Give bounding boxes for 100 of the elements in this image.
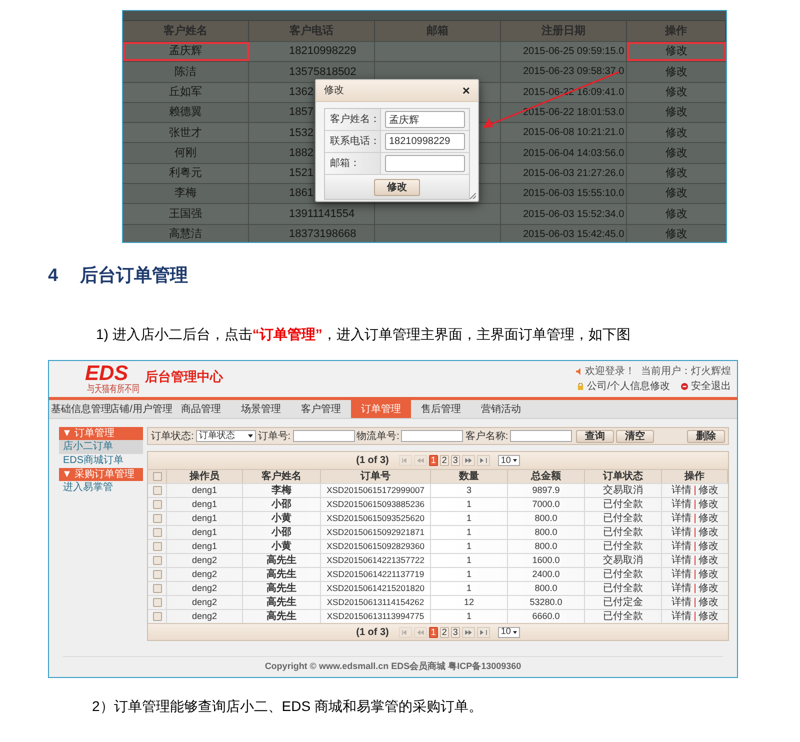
filter-label: 物流单号: [356,430,400,444]
edit-link[interactable]: 修改 [698,525,718,540]
edit-link[interactable]: 修改 [698,483,718,498]
edit-link[interactable]: 修改 [698,581,718,596]
profile-link[interactable]: 公司/个人信息修改 [587,379,670,394]
tracking-number-field[interactable] [401,430,464,442]
checkbox[interactable] [152,514,162,523]
detail-link[interactable]: 详情 [672,609,692,624]
checkbox[interactable] [152,556,162,565]
detail-link[interactable]: 详情 [672,483,692,498]
nav-tab[interactable]: 场景管理 [231,400,291,418]
step-text: 2）订单管理能够查询店小二、EDS 商城和易掌管的采购订单。 [92,697,482,716]
last-page-icon[interactable] [480,458,487,463]
edit-link[interactable]: 修改 [698,595,718,610]
delete-button[interactable]: 删除 [687,430,725,442]
nav-tab[interactable]: 售后管理 [411,400,471,418]
separator: | [694,512,696,526]
footer-text: Copyright © www.edsmall.cn EDS会员商城 粤ICP备13009360 [264,660,522,674]
separator: | [694,484,696,498]
page-size-dropdown[interactable]: 10 [498,626,520,638]
filter-label: 客户名称: [465,430,508,444]
table-cell: 2015-06-03 15:42:45.0 [501,224,627,242]
logout-icon [681,383,688,390]
checkbox[interactable] [152,598,162,607]
next-page-icon[interactable] [464,630,472,634]
edit-link[interactable]: 修改 [698,539,718,554]
separator: | [694,554,696,568]
caret-icon [512,459,517,462]
separator: | [694,610,696,624]
edit-link[interactable]: 修改 [698,511,718,526]
status-dropdown[interactable]: 订单状态 [196,430,256,442]
nav-tab[interactable]: 营销活动 [471,400,531,418]
table-cell: 孟庆辉 [123,42,249,62]
detail-link[interactable]: 详情 [672,581,692,596]
submit-button[interactable]: 修改 [374,178,420,196]
nav-tab[interactable]: 商品管理 [171,400,231,418]
detail-link[interactable]: 详情 [672,497,692,512]
speaker-icon [576,368,583,375]
table-cell: 18373198668 [249,224,375,242]
edit-link[interactable]: 修改 [698,567,718,582]
checkbox[interactable] [152,486,162,495]
logo: EDS [85,363,128,385]
detail-link[interactable]: 详情 [672,539,692,554]
page-summary: (1 of 3) [356,454,389,468]
page-button[interactable]: 3 [450,455,460,466]
input-field[interactable]: 18210998229 [385,133,465,150]
lock-icon [577,383,584,390]
sidebar-item[interactable]: 进入易掌管 [59,481,143,495]
close-button[interactable]: × [462,84,470,97]
edit-link[interactable]: 修改 [698,497,718,512]
clear-button[interactable]: 清空 [616,430,654,442]
separator: | [694,526,696,540]
input-field[interactable] [385,155,465,172]
page-button[interactable]: 2 [440,626,449,638]
page-button[interactable]: 3 [450,626,460,638]
checkbox[interactable] [152,528,162,537]
detail-link[interactable]: 详情 [672,525,692,540]
detail-link[interactable]: 详情 [672,511,692,526]
separator: | [694,596,696,610]
nav-tab[interactable]: 客户管理 [291,400,351,418]
checkbox[interactable] [152,472,162,481]
tagline: 与天猫有所不同 [87,385,140,395]
search-button[interactable]: 查询 [576,430,614,442]
caret-icon [248,434,253,438]
nav-tab[interactable]: 基础信息管理 [51,400,111,418]
detail-link[interactable]: 详情 [672,553,692,568]
edit-link[interactable]: 修改 [698,609,718,624]
page-summary: (1 of 3) [356,626,389,640]
detail-link[interactable]: 详情 [672,567,692,582]
input-field[interactable]: 孟庆辉 [385,111,465,128]
app-title: 后台管理中心 [145,368,223,386]
table-cell: 高慧洁 [123,224,249,242]
next-page-icon[interactable] [464,458,472,463]
separator: | [694,568,696,582]
customer-name-field[interactable] [510,430,572,442]
sidebar-item[interactable]: EDS商城订单 [59,454,143,468]
step-text: 1) 进入店小二后台，点击“订单管理”，进入订单管理主界面，主界面订单管理，如下图 [96,325,630,344]
checkbox[interactable] [152,584,162,593]
order-number-field[interactable] [292,430,355,442]
caret-icon [512,630,517,634]
last-page-icon[interactable] [480,630,487,634]
welcome-text: 欢迎登录！ [585,364,635,379]
separator: | [694,582,696,596]
page-button[interactable]: 2 [440,455,449,466]
checkbox[interactable] [152,570,162,579]
section-title: 后台订单管理 [80,264,188,287]
sidebar-item[interactable]: 店小二订单 [59,440,143,454]
checkbox[interactable] [152,612,162,621]
page-size-dropdown[interactable]: 10 [498,455,520,466]
filter-label: 订单状态: [151,430,194,444]
nav-tab[interactable]: 店铺/用户管理 [111,400,171,418]
resize-grip-icon[interactable] [470,193,476,199]
checkbox[interactable] [152,500,162,509]
logout-link[interactable]: 安全退出 [691,379,731,394]
edit-link[interactable]: 修改 [698,553,718,568]
field-label: 客户姓名： [325,109,381,130]
detail-link[interactable]: 详情 [672,595,692,610]
checkbox[interactable] [152,542,162,551]
separator: | [694,540,696,554]
current-user: 当前用户：灯火辉煌 [641,364,731,379]
